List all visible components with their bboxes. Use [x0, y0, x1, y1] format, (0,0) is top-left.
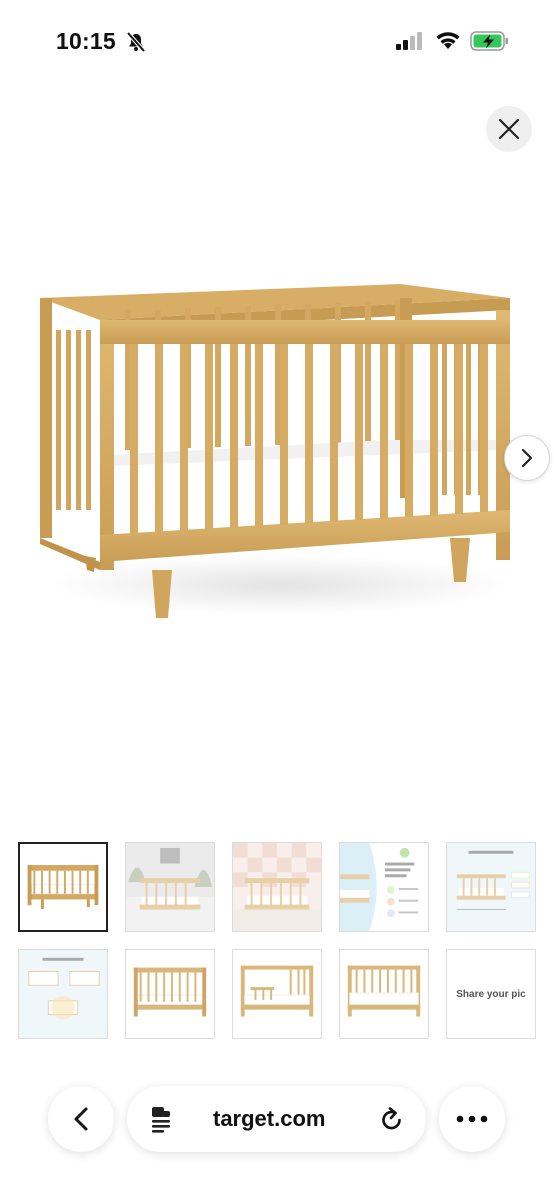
toddler-bed-thumbnail-image	[240, 965, 314, 1017]
wifi-icon	[436, 32, 460, 49]
next-image-button[interactable]	[504, 435, 550, 481]
close-icon	[498, 118, 520, 140]
thumbnail-crib-front-alt[interactable]	[125, 949, 215, 1039]
more-icon	[456, 1115, 488, 1123]
url-bar[interactable]: target.com	[127, 1086, 426, 1152]
close-button[interactable]	[486, 106, 532, 152]
reader-mode-icon[interactable]	[149, 1105, 175, 1133]
url-text: target.com	[213, 1106, 326, 1131]
more-button[interactable]	[439, 1086, 505, 1152]
thumbnail-daybed[interactable]	[339, 949, 429, 1039]
daybed-thumbnail-image	[347, 965, 421, 1017]
thumbnail-crib-front[interactable]	[18, 842, 108, 932]
crib-thumbnail-image	[27, 865, 99, 909]
thumbnail-crib-feature-panel[interactable]	[339, 842, 429, 932]
chevron-right-icon	[521, 448, 533, 468]
thumbnail-toddler-bed[interactable]	[232, 949, 322, 1039]
status-time: 10:15	[56, 28, 116, 54]
cellular-signal-icon	[396, 32, 422, 50]
status-bar: 10:15	[0, 0, 554, 84]
thumbnail-share-your-pic[interactable]: Share your pic	[446, 949, 536, 1039]
thumbnail-crib-conversions[interactable]	[18, 949, 108, 1039]
battery-charging-icon	[470, 31, 508, 51]
crib-product-image	[40, 284, 510, 618]
bell-slash-icon	[126, 31, 146, 53]
thumbnail-crib-room-scene[interactable]	[125, 842, 215, 932]
conversions-thumbnail-image	[19, 950, 107, 1038]
reload-icon[interactable]	[379, 1106, 405, 1132]
back-button[interactable]	[48, 1086, 114, 1152]
room-scene-thumbnail-image	[126, 843, 214, 931]
checker-wall-thumbnail-image	[233, 843, 321, 931]
dimensions-thumbnail-image	[447, 843, 535, 931]
thumbnail-crib-checker-wall[interactable]	[232, 842, 322, 932]
feature-panel-thumbnail-image	[340, 843, 428, 931]
share-your-pic-label: Share your pic	[456, 988, 526, 1000]
chevron-left-icon	[74, 1107, 88, 1131]
thumbnail-crib-dimensions[interactable]	[446, 842, 536, 932]
crib-front-alt-thumbnail-image	[133, 967, 207, 1017]
